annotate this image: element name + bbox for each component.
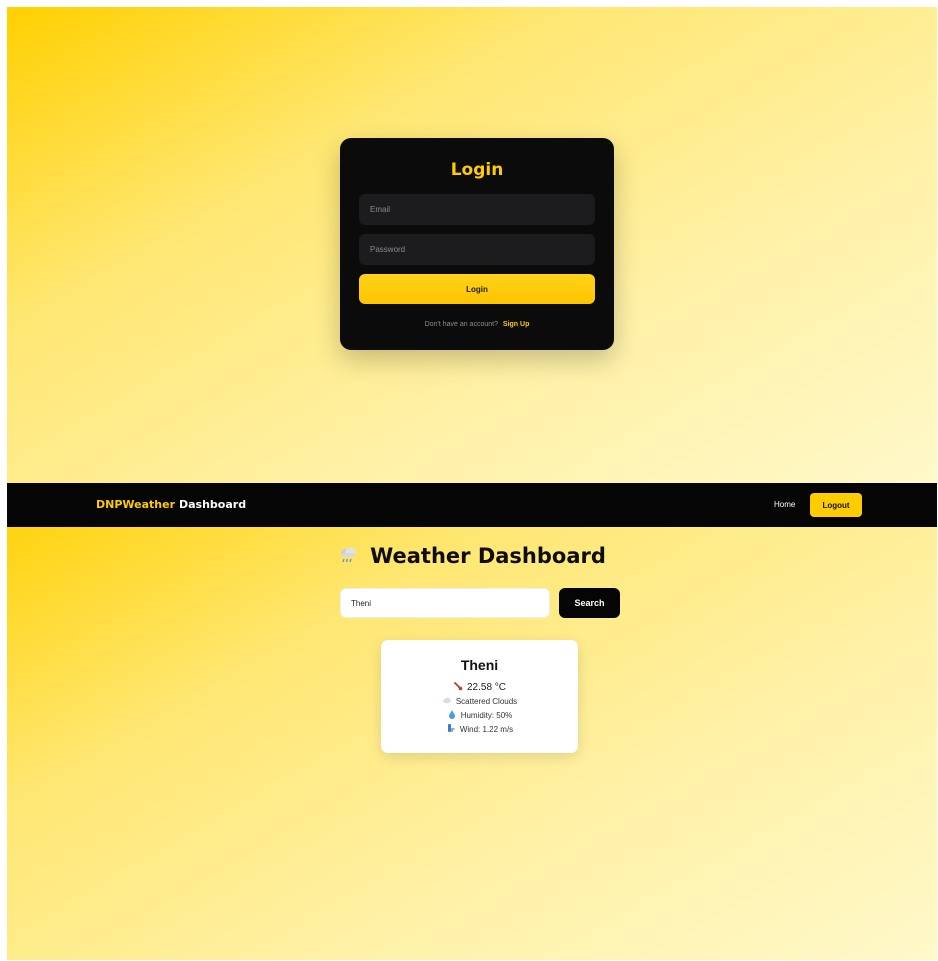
page-title-text: Weather Dashboard [370, 544, 606, 568]
nav-home-link[interactable]: Home [774, 500, 795, 510]
cloud-rain-icon [338, 545, 358, 565]
temperature-row: 22.58 °C [381, 681, 578, 695]
email-field[interactable] [359, 194, 595, 225]
weather-card: Theni 22.58 °C Scattered Clouds Humidity… [381, 640, 578, 753]
condition-row: Scattered Clouds [381, 695, 578, 709]
login-card: Login Login Don't have an account? Sign … [340, 138, 614, 350]
logout-button[interactable]: Logout [810, 493, 862, 517]
signup-link[interactable]: Sign Up [503, 321, 529, 328]
brand-accent: DNPWeather [96, 498, 175, 511]
login-screen: Login Login Don't have an account? Sign … [7, 7, 937, 483]
search-button[interactable]: Search [559, 588, 620, 618]
city-search-input[interactable] [340, 588, 550, 618]
brand-rest: Dashboard [179, 498, 247, 511]
page-title: Weather Dashboard [7, 543, 937, 569]
password-field[interactable] [359, 234, 595, 265]
signup-prompt: Don't have an account? [424, 321, 498, 328]
login-button[interactable]: Login [359, 274, 595, 304]
brand-logo[interactable]: DNPWeather Dashboard [96, 498, 246, 512]
navbar: DNPWeather Dashboard Home Logout [7, 483, 937, 527]
cloud-icon [442, 695, 452, 705]
login-title: Login [450, 160, 504, 180]
droplet-icon [447, 709, 457, 719]
thermometer-icon [453, 681, 463, 691]
signup-line: Don't have an account? Sign Up [359, 321, 595, 328]
wind-icon [446, 723, 456, 733]
humidity-row: Humidity: 50% [381, 709, 578, 723]
humidity-text: Humidity: 50% [460, 711, 513, 720]
weather-city: Theni [460, 657, 499, 673]
dashboard-screen: DNPWeather Dashboard Home Logout Weather … [7, 483, 937, 960]
temperature-value: 22.58 °C [466, 682, 507, 693]
wind-text: Wind: 1.22 m/s [459, 725, 514, 734]
condition-text: Scattered Clouds [455, 697, 518, 706]
search-row: Search [340, 588, 620, 618]
wind-row: Wind: 1.22 m/s [381, 723, 578, 737]
